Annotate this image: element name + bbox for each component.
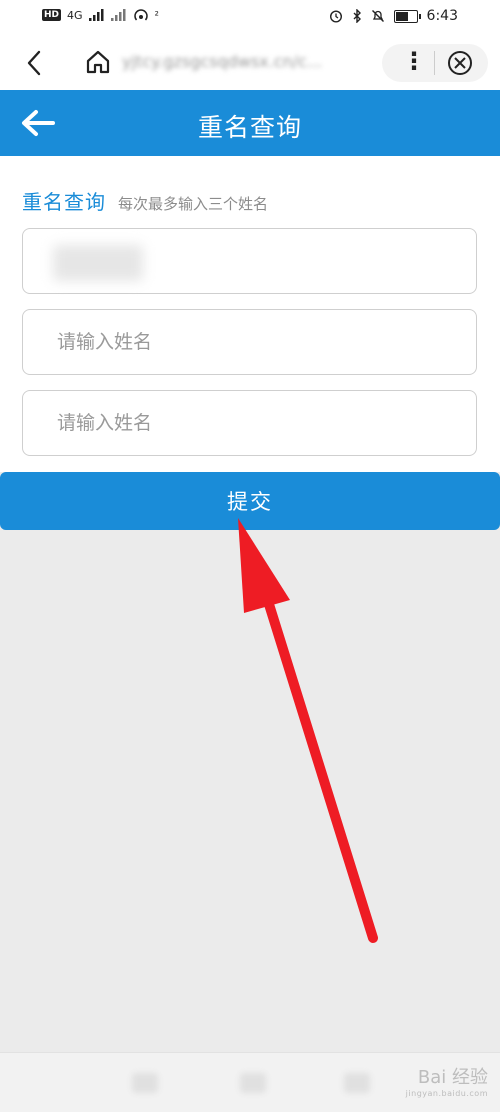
section-title: 重名查询 <box>22 190 106 214</box>
browser-action-pill <box>382 44 488 82</box>
watermark-text: Bai 经验 <box>417 1067 488 1088</box>
mute-icon <box>371 10 384 22</box>
redacted-name <box>53 245 143 281</box>
toolbar-ghost-icon-1 <box>132 1073 158 1093</box>
toolbar-ghost-icon-2 <box>240 1073 266 1093</box>
baidu-jingyan-watermark: Bai 经验 jingyan.baidu.com <box>406 1063 488 1098</box>
browser-bottom-toolbar: Bai 经验 jingyan.baidu.com <box>0 1052 500 1112</box>
battery-icon <box>393 9 421 23</box>
pill-divider <box>434 51 435 75</box>
signal-icon <box>88 9 104 21</box>
hotspot-icon <box>133 9 148 21</box>
close-icon[interactable] <box>448 51 472 75</box>
section-hint: 每次最多输入三个姓名 <box>118 195 269 213</box>
url-text[interactable]: yjtcy.gzsgcsqdwsx.cn/c... <box>122 52 377 72</box>
alarm-icon <box>329 10 342 23</box>
name-field-3[interactable] <box>22 390 477 456</box>
app-header: 重名查询 <box>0 90 500 156</box>
name-query-form: 重名查询 每次最多输入三个姓名 <box>0 156 500 472</box>
name-field-1[interactable] <box>22 228 477 294</box>
watermark-subtext: jingyan.baidu.com <box>405 1089 488 1098</box>
bluetooth-icon <box>353 9 361 23</box>
close-x-glyph <box>454 57 466 69</box>
status-time: 6:43 <box>426 8 458 24</box>
name-field-2[interactable] <box>22 309 477 375</box>
name-input-2[interactable] <box>23 310 476 374</box>
status-bar-right: 6:43 <box>329 8 458 24</box>
home-icon[interactable] <box>84 48 112 76</box>
status-bar: HD 4G ² 6:43 <box>0 0 500 36</box>
more-icon[interactable]: ⋮ <box>402 47 426 75</box>
network-type: 4G <box>67 8 83 22</box>
page-title: 重名查询 <box>197 113 302 142</box>
hd-badge: HD <box>42 9 62 21</box>
toolbar-ghost-icon-3 <box>344 1073 370 1093</box>
submit-button[interactable]: 提交 <box>0 472 500 530</box>
browser-bar: yjtcy.gzsgcsqdwsx.cn/c... ⋮ <box>0 36 500 90</box>
signal-icon-secondary <box>110 9 126 21</box>
name-input-3[interactable] <box>23 391 476 455</box>
status-bar-left: HD 4G ² <box>42 8 159 22</box>
hotspot-count: ² <box>154 8 159 22</box>
browser-back-icon[interactable] <box>22 48 48 78</box>
section-header: 重名查询 每次最多输入三个姓名 <box>22 186 268 215</box>
